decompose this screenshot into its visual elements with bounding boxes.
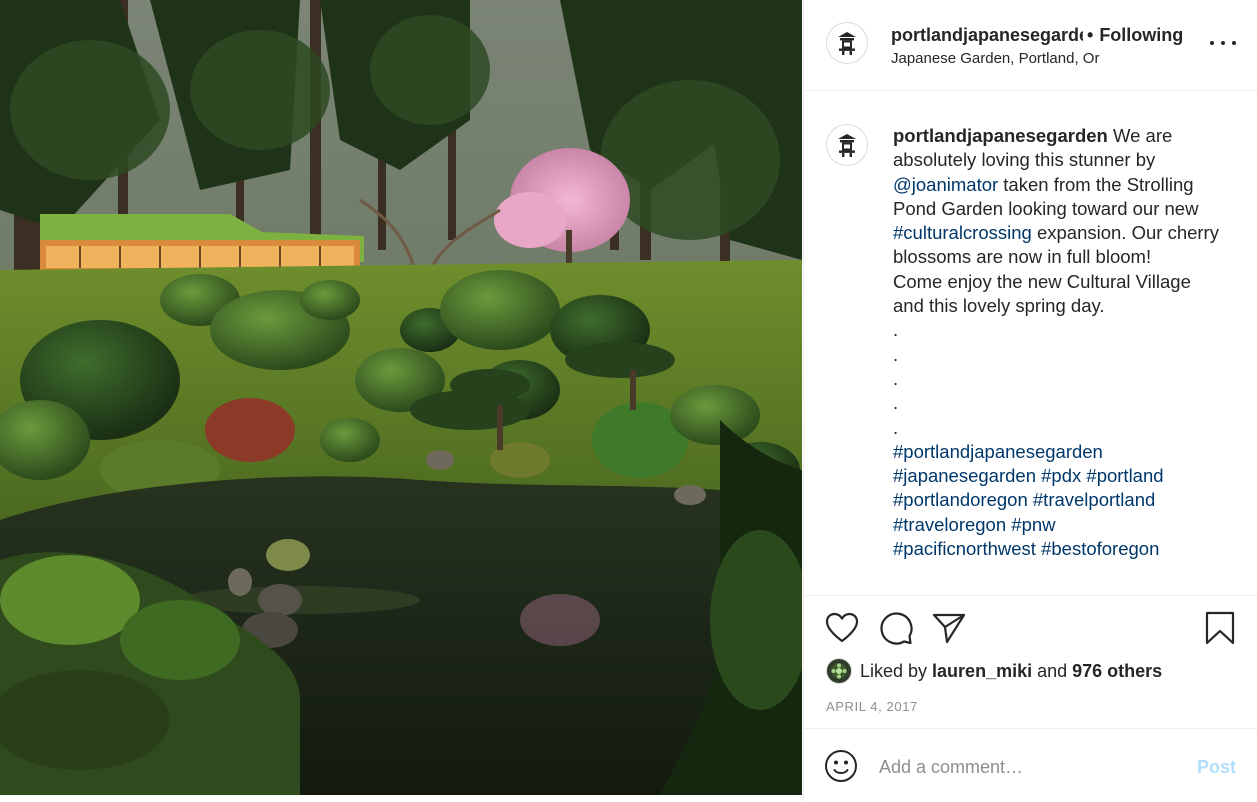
caption-dot: .: [893, 367, 899, 389]
caption-text-4: Come enjoy the new Cultural Village and …: [893, 270, 1191, 317]
caption-dot: .: [893, 319, 899, 341]
caption-avatar[interactable]: [826, 124, 868, 166]
avatar[interactable]: [826, 22, 868, 64]
flower-icon: [831, 663, 847, 679]
bookmark-icon[interactable]: [1202, 610, 1238, 646]
mention-link[interactable]: @joanimator: [893, 174, 998, 195]
caption-username[interactable]: portlandjapanesegarden: [893, 125, 1108, 146]
header-line: portlandjapanesegardе • Following: [891, 24, 1211, 46]
likes-others-count[interactable]: 976 others: [1072, 661, 1162, 682]
separator-dot: •: [1087, 24, 1094, 45]
likes-summary: Liked by lauren_miki and 976 others: [826, 658, 1167, 684]
caption-dot: .: [893, 416, 899, 438]
location-link[interactable]: Japanese Garden, Portland, Or: [891, 50, 1099, 67]
comments-area: portlandjapanesegarden We are absolutely…: [804, 91, 1257, 595]
hashtag-link[interactable]: #pnw: [1011, 514, 1055, 535]
hashtag-link[interactable]: #portlandoregon: [893, 489, 1028, 510]
post-image[interactable]: [0, 0, 802, 795]
hashtag-link[interactable]: #bestoforegon: [1041, 538, 1159, 559]
likes-and: and: [1037, 660, 1068, 681]
post-date[interactable]: APRIL 4, 2017: [826, 699, 918, 714]
hashtag-link[interactable]: #portland: [1086, 465, 1163, 486]
heart-icon[interactable]: [824, 610, 860, 646]
hashtag-link[interactable]: #culturalcrossing: [893, 222, 1032, 243]
caption-text: portlandjapanesegarden We are absolutely…: [893, 124, 1223, 561]
lantern-logo-icon: [838, 32, 856, 55]
post-sidebar: portlandjapanesegardе • Following Japane…: [803, 0, 1257, 802]
comment-bar: Post: [804, 728, 1257, 802]
hashtag-link[interactable]: #pacificnorthwest: [893, 538, 1036, 559]
hashtag-link[interactable]: #pdx: [1041, 465, 1081, 486]
garden-photo: [0, 0, 802, 795]
hashtag-link[interactable]: #traveloregon: [893, 514, 1006, 535]
more-options-icon[interactable]: [1210, 33, 1236, 53]
emoji-icon[interactable]: [824, 749, 858, 783]
action-bar: Liked by lauren_miki and 976 others APRI…: [804, 595, 1257, 728]
hashtag-link[interactable]: #japanesegarden: [893, 465, 1036, 486]
following-button[interactable]: Following: [1099, 25, 1183, 46]
liker-username[interactable]: lauren_miki: [932, 661, 1032, 682]
caption-dot: .: [893, 343, 899, 365]
liker-avatar[interactable]: [826, 658, 852, 684]
hashtag-link[interactable]: #portlandjapanesegarden: [893, 441, 1103, 462]
post-comment-button[interactable]: Post: [1197, 757, 1236, 778]
caption-dot: .: [893, 392, 899, 414]
post-header: portlandjapanesegardе • Following Japane…: [804, 0, 1257, 91]
lantern-logo-icon: [838, 134, 856, 157]
liked-by-label: Liked by: [860, 660, 928, 681]
comment-icon[interactable]: [878, 610, 914, 646]
hashtag-link[interactable]: #travelportland: [1033, 489, 1155, 510]
comment-input[interactable]: [879, 753, 1179, 781]
header-username[interactable]: portlandjapanesegardе: [891, 25, 1083, 46]
share-icon[interactable]: [931, 610, 967, 646]
